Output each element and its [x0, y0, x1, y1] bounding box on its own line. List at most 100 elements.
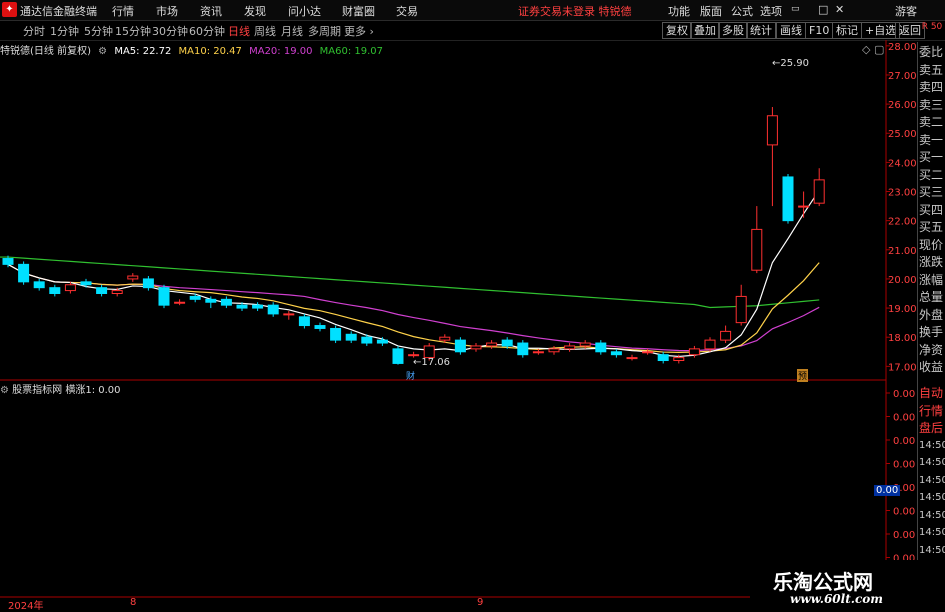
candle-up — [174, 301, 186, 304]
price-axis-label: 21.00 — [888, 246, 917, 257]
high-value: 25.90 — [780, 58, 810, 69]
side-item: 涨幅 — [919, 272, 944, 287]
close-icon[interactable]: ✕ — [835, 3, 844, 16]
date-label-aug: 8 — [130, 597, 137, 608]
side-item: 换手 — [919, 325, 944, 339]
menu-hangqing[interactable]: 行情 — [112, 3, 134, 19]
login-status[interactable]: 证券交易未登录 特锐德 — [518, 3, 632, 19]
tool-duogu[interactable]: 多股 — [718, 22, 748, 39]
side-item: 卖一 — [919, 132, 944, 147]
tool-biaoji[interactable]: 标记 — [832, 22, 862, 39]
tool-f10[interactable]: F10 — [805, 22, 834, 39]
app-title: 通达信金融终端 — [20, 5, 97, 18]
low-price-label: ←17.06 — [413, 357, 451, 368]
restore-icon[interactable]: □ — [818, 3, 828, 16]
candle-down — [330, 327, 342, 341]
indicator-axis-label: 0.00 — [893, 436, 915, 447]
date-label-sep: 9 — [477, 597, 484, 608]
candle-down — [220, 298, 232, 306]
period-30min[interactable]: 30分钟 — [152, 23, 188, 39]
menu-youke[interactable]: 游客 — [895, 3, 917, 19]
login-text: 证券交易未登录 — [518, 5, 595, 18]
period-15min[interactable]: 15分钟 — [115, 23, 151, 39]
side-item-lower: 盘后 — [919, 421, 944, 435]
side-item-lower: 行情 — [919, 403, 944, 418]
menu-shichang[interactable]: 市场 — [156, 3, 178, 19]
menu-caifuquan[interactable]: 财富圈 — [342, 3, 375, 19]
indicator-axis-label: 0.00 — [893, 413, 915, 424]
period-toolbar: 分时 1分钟 5分钟 15分钟 30分钟 60分钟 日线 周线 月线 多周期 更… — [0, 21, 945, 41]
cai-marker[interactable]: 财 — [406, 369, 415, 382]
candle-down — [501, 339, 513, 347]
tool-fuquan[interactable]: 复权 — [662, 22, 692, 39]
period-zhouxian[interactable]: 周线 — [254, 23, 276, 39]
price-axis-label: 18.00 — [888, 333, 917, 344]
candle-down — [205, 298, 217, 303]
candle-down — [236, 304, 248, 309]
period-fenshi[interactable]: 分时 — [23, 23, 45, 39]
side-item-lower: 14:50 — [919, 527, 945, 538]
candle-up — [564, 345, 576, 350]
candle-up — [470, 345, 482, 350]
price-axis-label: 26.00 — [888, 100, 917, 111]
minimize-icon[interactable]: ▭ — [791, 4, 800, 14]
period-gengduo[interactable]: 更多 › — [344, 23, 374, 39]
yu-marker[interactable]: 预 — [797, 369, 809, 382]
candle-down — [392, 348, 404, 364]
menu-jiaoyi[interactable]: 交易 — [396, 3, 418, 19]
indicator-title-row: ⚙ 股票指标网 横涨1: 0.00 — [0, 381, 121, 396]
candle-down — [80, 281, 92, 286]
menu-zixun[interactable]: 资讯 — [200, 3, 222, 19]
date-label-2024: 2024年 — [8, 601, 44, 612]
menu-xuanxiang[interactable]: 选项 — [760, 3, 782, 19]
candle-down — [454, 339, 466, 353]
indicator-gear-icon[interactable]: ⚙ — [0, 385, 9, 396]
tool-tongji[interactable]: 统计 — [746, 22, 776, 39]
menu-gongshi[interactable]: 公式 — [731, 3, 753, 19]
menubar: ✦ 通达信金融终端 行情 市场 资讯 发现 问小达 财富圈 交易 证券交易未登录… — [0, 0, 945, 21]
candle-up — [735, 295, 747, 324]
candle-up — [548, 348, 560, 353]
candle-up — [766, 115, 778, 146]
side-item: 买一 — [919, 150, 944, 164]
side-item-lower: 14:50 — [919, 509, 945, 521]
candle-down — [595, 342, 607, 353]
side-item-lower: 14:50 — [919, 439, 945, 451]
side-item: 净资 — [919, 342, 944, 357]
kline-chart[interactable]: 28.00 27.00 26.00 25.00 24.00 23.00 22.00 21.00… — [0, 40, 917, 605]
candle-up — [127, 275, 139, 280]
period-duozhouqi[interactable]: 多周期 — [308, 23, 341, 39]
tool-huaxian[interactable]: 画线 — [776, 22, 806, 39]
side-item: 委比 — [919, 45, 944, 59]
menu-faxian[interactable]: 发现 — [244, 3, 266, 19]
period-rixian[interactable]: 日线 — [228, 23, 250, 39]
chevron-right-icon: › — [369, 25, 374, 38]
candle-up — [704, 339, 716, 350]
side-item: 外盘 — [919, 307, 944, 322]
side-item-lower: 自动 — [919, 386, 944, 400]
candle-up — [673, 357, 685, 362]
indicator-current-value: 0.00 — [874, 485, 901, 496]
candle-up — [642, 351, 654, 354]
menu-wenxiaoda[interactable]: 问小达 — [288, 3, 321, 19]
ma5-line — [7, 190, 820, 358]
period-5min[interactable]: 5分钟 — [84, 23, 113, 39]
candle-down — [2, 258, 14, 265]
side-item: 买二 — [919, 167, 944, 182]
menu-banmian[interactable]: 版面 — [700, 3, 722, 19]
candle-down — [314, 325, 326, 329]
period-yuexian[interactable]: 月线 — [281, 23, 303, 39]
low-value: 17.06 — [421, 357, 451, 368]
login-stock: 特锐德 — [598, 5, 632, 18]
candle-down — [517, 342, 529, 356]
menu-gongneng[interactable]: 功能 — [668, 3, 690, 19]
side-item-lower: 14:50 — [919, 474, 945, 486]
candle-up — [813, 179, 825, 204]
period-more-label: 更多 — [344, 25, 366, 38]
side-item-lower: 14:50 — [919, 544, 945, 556]
candle-down — [376, 339, 388, 344]
tool-diejia[interactable]: 叠加 — [690, 22, 720, 39]
period-60min[interactable]: 60分钟 — [189, 23, 225, 39]
period-1min[interactable]: 1分钟 — [50, 23, 79, 39]
candle-up — [798, 205, 810, 208]
